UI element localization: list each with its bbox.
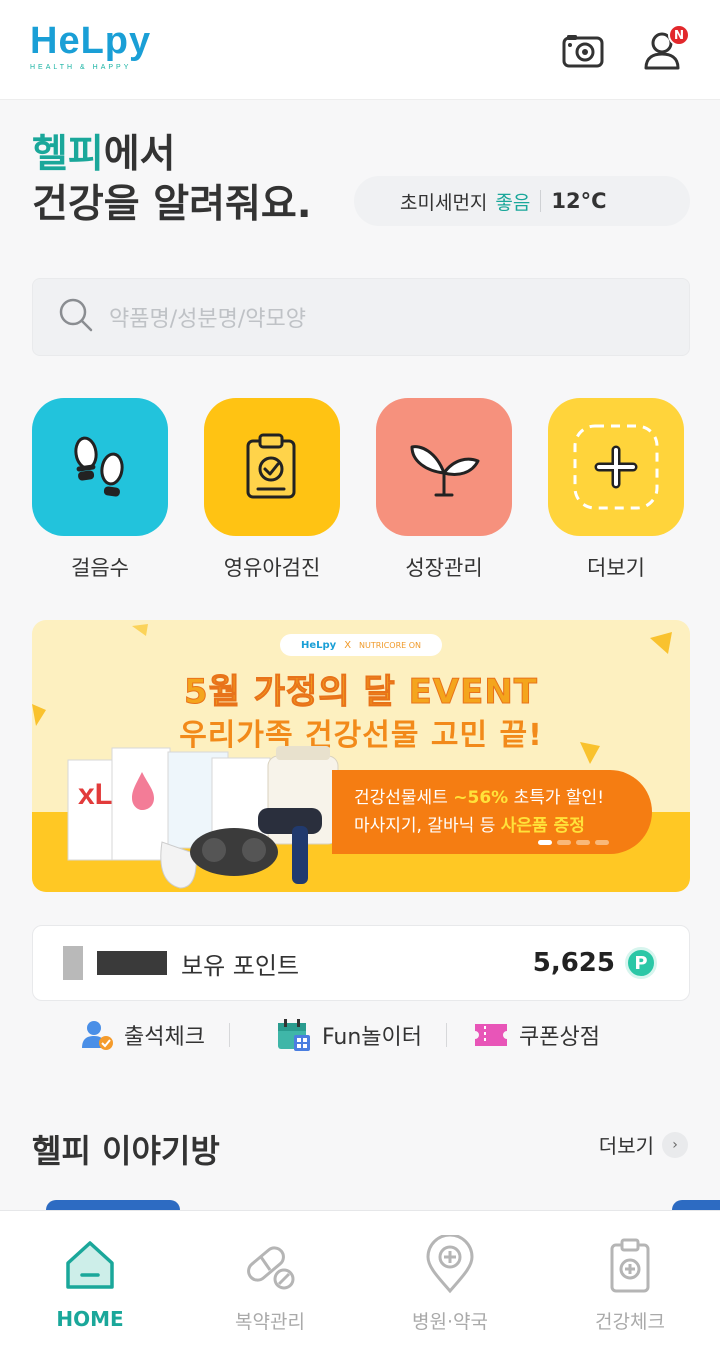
- quick-item-label: 영유아검진: [223, 556, 321, 580]
- coupon-shop-label: 쿠폰상점: [519, 1025, 600, 1050]
- coupon-icon: [475, 1024, 508, 1046]
- banner-offer-text: 초특가 할인!: [508, 788, 605, 808]
- calendar-icon: [277, 1019, 310, 1051]
- page-dot[interactable]: [538, 840, 552, 845]
- quick-item-label: 더보기: [587, 556, 645, 580]
- nav-hospital-pharmacy[interactable]: 병원·약국: [360, 1211, 540, 1352]
- points-badge-icon: P: [625, 947, 657, 979]
- banner-offer-text: 마사지기, 갈바닉 등: [354, 816, 501, 836]
- logo-wordmark: HeLpy: [30, 20, 152, 62]
- banner-page-indicator: [538, 840, 609, 845]
- page-dot[interactable]: [595, 840, 609, 845]
- fun-playground-link[interactable]: Fun놀이터: [276, 1017, 422, 1053]
- confetti-icon: [132, 624, 148, 636]
- nav-label: HOME: [56, 1307, 124, 1331]
- banner-offer-line1: 건강선물세트 ~56% 초특가 할인!: [354, 784, 652, 812]
- confetti-icon: [650, 632, 672, 654]
- nav-label: 병원·약국: [412, 1311, 488, 1333]
- user-icon[interactable]: N: [638, 24, 690, 76]
- banner-partner-logos: HeLpy X NUTRICORE ON: [280, 634, 442, 656]
- bottom-nav: HOME 복약관리 병원·약국 건강체크: [0, 1210, 720, 1352]
- app-screen: HeLpy HEALTH & HAPPY N 헬피에서 건강을 알려줘요. 초미: [0, 0, 720, 1352]
- nav-health-check[interactable]: 건강체크: [540, 1211, 720, 1352]
- divider: [228, 1023, 230, 1047]
- air-quality-label: 초미세먼지: [400, 191, 488, 214]
- redacted-username: [97, 951, 167, 975]
- top-bar: HeLpy HEALTH & HAPPY N: [0, 0, 720, 100]
- page-dot[interactable]: [576, 840, 590, 845]
- helpy-logo[interactable]: HeLpy HEALTH & HAPPY: [30, 22, 151, 71]
- sprout-icon: [376, 398, 512, 536]
- page-dot[interactable]: [557, 840, 571, 845]
- clipboard-check-icon: [204, 398, 340, 536]
- notification-badge: N: [668, 24, 690, 46]
- quick-item-label: 걸음수: [71, 556, 129, 580]
- event-banner[interactable]: HeLpy X NUTRICORE ON 5월 가정의 달 EVENT 우리가족…: [32, 620, 690, 892]
- footprints-icon: [32, 398, 168, 536]
- banner-title: 5월 가정의 달 EVENT: [184, 672, 538, 713]
- banner-offer-line2: 마사지기, 갈바닉 등 사은품 증정: [354, 812, 652, 840]
- section-title: 헬피 이야기방: [32, 1132, 220, 1170]
- shortcut-links: 출석체크 Fun놀이터 쿠폰상점: [32, 1012, 690, 1058]
- points-card[interactable]: 보유 포인트 5,625 P: [32, 925, 690, 1001]
- attendance-icon: [82, 1021, 113, 1050]
- camera-icon[interactable]: [558, 26, 608, 76]
- banner-gift: 사은품 증정: [500, 816, 585, 836]
- nav-label: 건강체크: [595, 1311, 665, 1333]
- more-label: 더보기: [598, 1134, 654, 1158]
- points-label: 보유 포인트: [181, 951, 300, 980]
- divider: [446, 1023, 448, 1047]
- story-more-button[interactable]: 더보기 ›: [599, 1130, 688, 1159]
- logo-tagline: HEALTH & HAPPY: [30, 64, 132, 71]
- quick-item-infant-checkup[interactable]: 영유아검진: [204, 398, 340, 582]
- page-headline: 헬피에서 건강을 알려줘요.: [32, 130, 312, 230]
- search-input[interactable]: 약품명/성분명/약모양: [32, 278, 690, 356]
- hospital-pin-icon: [426, 1235, 474, 1294]
- temperature-value: 12°C: [551, 189, 607, 213]
- svg-text:xL: xL: [78, 778, 113, 811]
- fun-playground-label: Fun놀이터: [321, 1025, 423, 1050]
- air-quality-status: 좋음: [495, 191, 531, 214]
- attendance-link[interactable]: 출석체크: [80, 1018, 205, 1052]
- quick-item-growth[interactable]: 성장관리: [376, 398, 512, 582]
- gift-products-image: xL: [67, 746, 339, 889]
- divider: [540, 190, 542, 212]
- pill-icon: [247, 1246, 295, 1290]
- banner-logo-x: X: [344, 639, 352, 651]
- banner-logo-helpy: HeLpy: [300, 639, 337, 651]
- attendance-label: 출석체크: [124, 1025, 205, 1050]
- health-check-icon: [610, 1238, 650, 1293]
- headline-line2: 건강을 알려줘요.: [32, 182, 312, 227]
- search-icon: [57, 296, 95, 338]
- quick-item-more[interactable]: 더보기: [548, 398, 684, 582]
- quick-item-steps[interactable]: 걸음수: [32, 398, 168, 582]
- headline-brand: 헬피: [32, 132, 104, 177]
- points-value: 5,625: [532, 948, 615, 978]
- chevron-right-icon: ›: [662, 1131, 688, 1158]
- nav-label: 복약관리: [235, 1311, 305, 1333]
- banner-logo-partner: NUTRICORE ON: [359, 640, 422, 650]
- headline-line1: 에서: [103, 132, 176, 177]
- plus-icon: [548, 398, 684, 536]
- banner-offer-text: 건강선물세트: [354, 788, 454, 808]
- quick-item-label: 성장관리: [405, 556, 483, 580]
- air-quality-pill[interactable]: 초미세먼지 좋음 12°C: [354, 176, 690, 226]
- redacted-username: [63, 946, 83, 980]
- nav-home[interactable]: HOME: [0, 1211, 180, 1352]
- coupon-shop-link[interactable]: 쿠폰상점: [473, 1019, 600, 1051]
- nav-medication[interactable]: 복약관리: [180, 1211, 360, 1352]
- home-icon: [66, 1241, 114, 1289]
- search-placeholder: 약품명/성분명/약모양: [109, 307, 306, 332]
- banner-discount: ~56%: [453, 788, 509, 808]
